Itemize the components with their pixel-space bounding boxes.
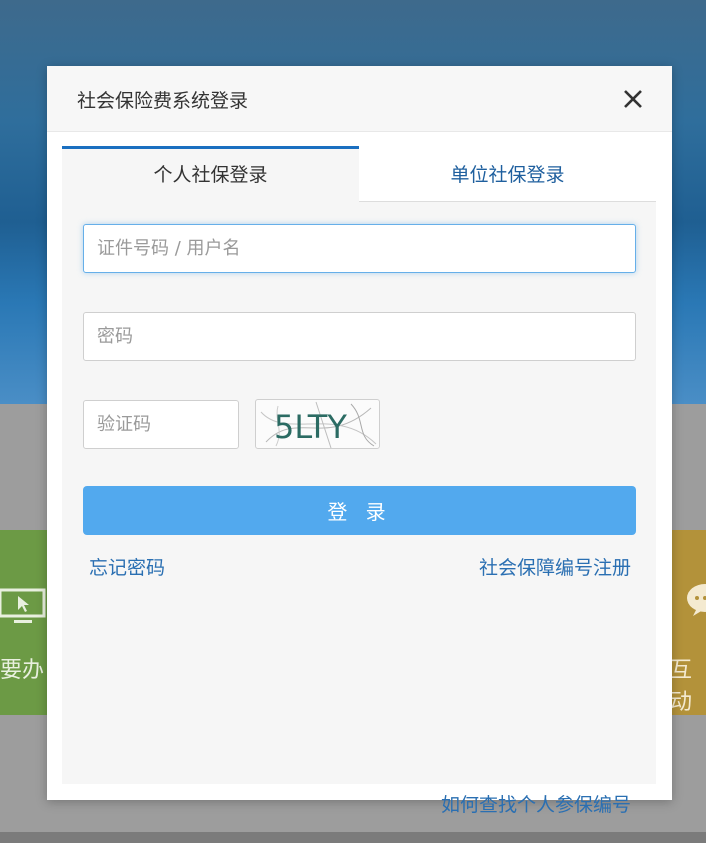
register-link[interactable]: 社会保障编号注册: [479, 553, 631, 580]
background-card-right-label: 互动: [670, 658, 693, 715]
login-tabs: 个人社保登录 单位社保登录: [62, 146, 656, 202]
username-input[interactable]: [83, 224, 636, 273]
captcha-char: 5LTY: [274, 408, 347, 446]
modal-title: 社会保险费系统登录: [77, 90, 249, 112]
captcha-input[interactable]: [83, 400, 239, 449]
password-input[interactable]: [83, 312, 636, 361]
captcha-image[interactable]: 5LTY: [255, 399, 380, 449]
modal-header: 社会保险费系统登录: [47, 66, 672, 132]
tab-unit-login[interactable]: 单位社保登录: [359, 146, 656, 202]
close-icon[interactable]: [619, 85, 647, 113]
tab-personal-login[interactable]: 个人社保登录: [62, 146, 359, 202]
login-button[interactable]: 登 录: [83, 486, 636, 535]
forgot-password-link[interactable]: 忘记密码: [89, 553, 165, 580]
modal-body: 个人社保登录 单位社保登录 5LTY 登 录 忘记密码 社会保障编号注册 如何查…: [62, 146, 656, 816]
lookup-insurance-number-link[interactable]: 如何查找个人参保编号: [441, 790, 631, 817]
chat-bubble-icon: [687, 584, 706, 616]
login-modal: 社会保险费系统登录 个人社保登录 单位社保登录 5LTY 登 录 忘记密码 社: [47, 66, 672, 816]
monitor-icon: [0, 588, 46, 623]
background-footer-strip: [0, 832, 706, 843]
background-card-left-label: 要办: [0, 658, 45, 683]
